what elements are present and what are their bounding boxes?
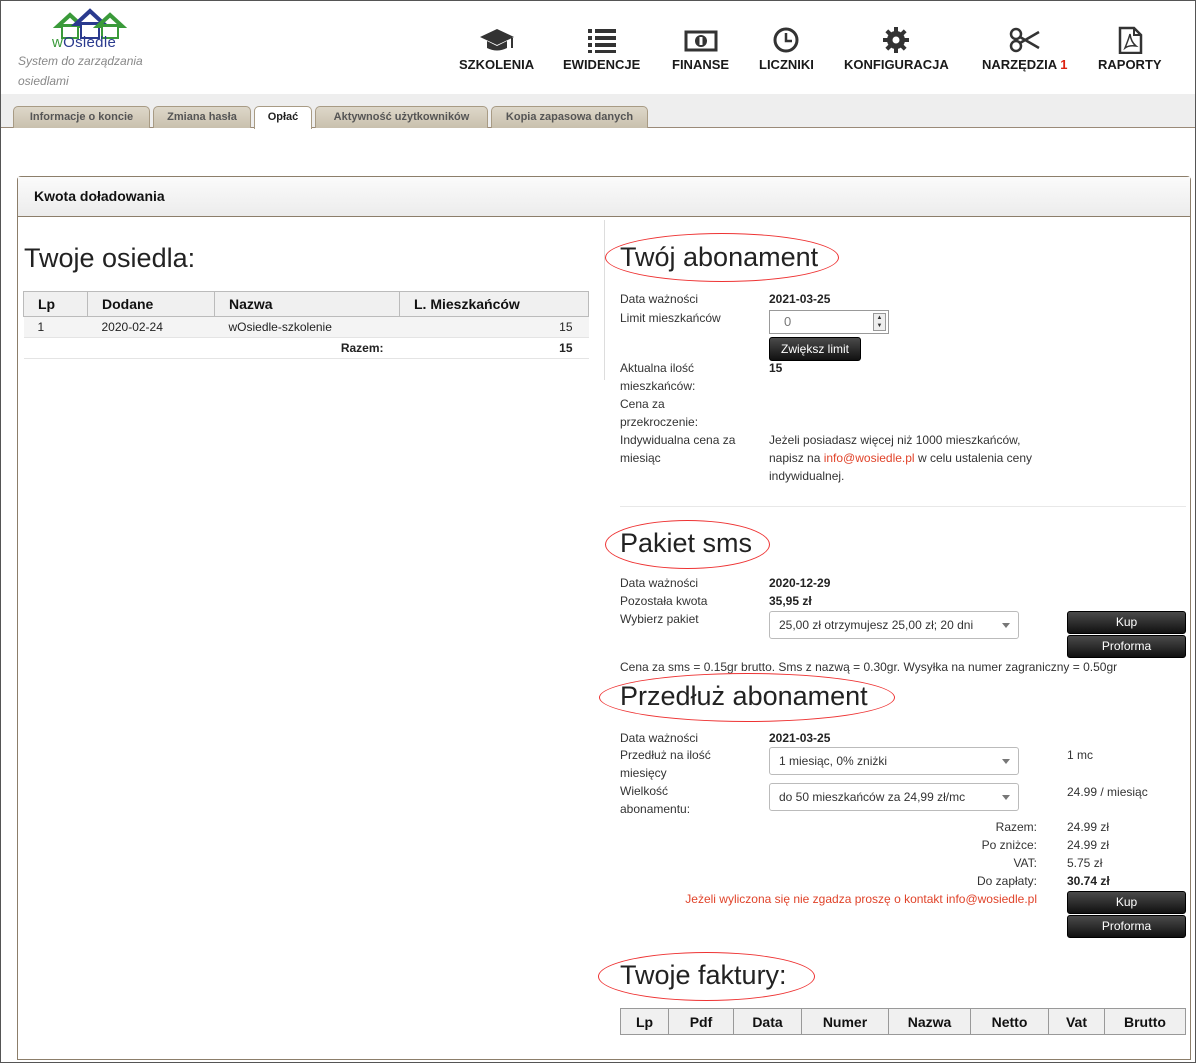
inv-col-nazwa: Nazwa — [888, 1008, 971, 1035]
extend-months-select[interactable]: 1 miesiąc, 0% zniżki — [769, 747, 1019, 775]
total-label: Razem: — [23, 337, 400, 359]
tab-aktywnosc-uzytkownikow[interactable]: Aktywność użytkowników — [315, 106, 488, 128]
cell-lp: 1 — [23, 316, 88, 338]
to-pay-label: Do zapłaty: — [976, 874, 1037, 888]
extend-size-summary: 24.99 / miesiąc — [1067, 785, 1148, 799]
chevron-down-icon — [1002, 795, 1010, 800]
nav-narzedzia[interactable]: NARZĘDZIA 1 — [982, 26, 1067, 72]
sms-title: Pakiet sms — [620, 528, 753, 558]
inv-col-data: Data — [733, 1008, 802, 1035]
table-row: 1 2020-02-24 wOsiedle-szkolenie 15 — [23, 316, 589, 338]
vat-label: VAT: — [1013, 856, 1037, 870]
extend-expiry-value: 2021-03-25 — [769, 731, 831, 745]
extend-expiry-label: Data ważności — [620, 731, 699, 745]
sms-remaining-value: 35,95 zł — [769, 594, 812, 608]
settlements-table: Lp Dodane Nazwa L. Mieszkańców 1 2020-02… — [23, 291, 589, 359]
graduation-cap-icon — [479, 29, 514, 51]
tab-kopia-zapasowa[interactable]: Kopia zapasowa danych — [491, 106, 648, 128]
logo-text[interactable]: wOsiedle — [52, 34, 116, 51]
sms-expiry-label: Data ważności — [620, 576, 699, 590]
table-header-row: Lp Dodane Nazwa L. Mieszkańców — [23, 291, 589, 317]
col-dodane: Dodane — [87, 291, 215, 317]
tab-zmiana-hasla[interactable]: Zmiana hasła — [153, 106, 251, 128]
total-value: 24.99 zł — [1067, 820, 1110, 834]
nav-szkolenia[interactable]: SZKOLENIA — [459, 26, 534, 72]
inv-col-netto: Netto — [970, 1008, 1049, 1035]
discounted-value: 24.99 zł — [1067, 838, 1110, 852]
nav-finanse[interactable]: FINANSE — [672, 26, 729, 72]
table-total-row: Razem: 15 — [23, 337, 589, 359]
chevron-down-icon — [1002, 759, 1010, 764]
extend-title: Przedłuż abonament — [620, 681, 868, 711]
tab-informacje-o-koncie[interactable]: Informacje o koncie — [13, 106, 150, 128]
sms-expiry-value: 2020-12-29 — [769, 576, 831, 590]
sms-buy-button[interactable]: Kup — [1067, 611, 1186, 634]
sms-proforma-button[interactable]: Proforma — [1067, 635, 1186, 658]
vat-value: 5.75 zł — [1067, 856, 1103, 870]
email-link[interactable]: info@wosiedle.pl — [824, 451, 915, 465]
inv-col-brutto: Brutto — [1104, 1008, 1186, 1035]
sms-price-note: Cena za sms = 0.15gr brutto. Sms z nazwą… — [620, 660, 1118, 674]
tab-oplac[interactable]: Opłać — [254, 106, 312, 129]
individual-price-text: Jeżeli posiadasz więcej niż 1000 mieszka… — [769, 433, 1033, 483]
nav-ewidencje[interactable]: EWIDENCJE — [563, 26, 640, 72]
total-label: Razem: — [995, 820, 1037, 834]
to-pay-value: 30.74 zł — [1067, 874, 1110, 888]
inv-col-pdf: Pdf — [668, 1008, 734, 1035]
extend-months-label: Przedłuż na ilość miesięcy — [620, 748, 711, 780]
extend-size-label: Wielkość abonamentu: — [620, 784, 691, 816]
col-nazwa: Nazwa — [214, 291, 400, 317]
current-residents-label: Aktualna ilość mieszkańców: — [620, 361, 696, 393]
scissors-icon — [1009, 27, 1040, 53]
sub-expiry-value: 2021-03-25 — [769, 292, 831, 306]
current-residents-value: 15 — [769, 361, 783, 375]
stepper-down-icon[interactable]: ▼ — [874, 322, 885, 330]
total-value: 15 — [399, 337, 589, 359]
cell-name[interactable]: wOsiedle-szkolenie — [214, 316, 400, 338]
increase-limit-button[interactable]: Zwiększ limit — [769, 337, 861, 361]
inv-col-vat: Vat — [1048, 1008, 1105, 1035]
limit-label: Limit mieszkańców — [620, 311, 721, 325]
invoices-table: Lp Pdf Data Numer Nazwa Netto Vat Brutto — [620, 1008, 1186, 1035]
col-mieszkancow: L. Mieszkańców — [399, 291, 589, 317]
stepper-up-icon[interactable]: ▲ — [874, 314, 885, 322]
stepper-buttons[interactable]: ▲ ▼ — [873, 313, 886, 331]
inv-col-lp: Lp — [620, 1008, 669, 1035]
settlements-title: Twoje osiedla: — [24, 243, 196, 273]
pdf-icon — [1118, 26, 1143, 54]
banknote-icon — [684, 30, 718, 52]
list-icon — [587, 29, 616, 53]
extend-buy-button[interactable]: Kup — [1067, 891, 1186, 914]
extend-size-select[interactable]: do 50 mieszkańców za 24,99 zł/mc — [769, 783, 1019, 811]
notification-badge: 1 — [1060, 57, 1068, 72]
section-separator — [620, 506, 1186, 507]
cell-added: 2020-02-24 — [87, 316, 215, 338]
gear-icon — [883, 27, 910, 53]
column-divider — [604, 220, 605, 380]
subscription-title: Twój abonament — [620, 242, 819, 272]
individual-price-label: Indywidualna cena za miesiąc — [620, 433, 736, 465]
sms-remaining-label: Pozostała kwota — [620, 594, 708, 608]
table-header-row: Lp Pdf Data Numer Nazwa Netto Vat Brutto — [620, 1008, 1186, 1035]
discounted-label: Po zniżce: — [981, 838, 1037, 852]
extend-months-summary: 1 mc — [1067, 748, 1094, 762]
limit-stepper[interactable]: 0 ▲ ▼ — [769, 310, 889, 334]
invoices-title: Twoje faktury: — [620, 960, 787, 990]
sms-package-select[interactable]: 25,00 zł otrzymujesz 25,00 zł; 20 dni — [769, 611, 1019, 639]
overrun-price-label: Cena za przekroczenie: — [620, 397, 699, 429]
nav-liczniki[interactable]: LICZNIKI — [759, 26, 814, 72]
contact-note: Jeżeli wyliczona się nie zgadza proszę o… — [685, 892, 1037, 906]
clock-icon — [773, 27, 799, 53]
sms-package-label: Wybierz pakiet — [620, 612, 699, 626]
tagline: System do zarządzania osiedlami — [18, 54, 143, 88]
panel-title: Kwota doładowania — [18, 177, 1190, 217]
nav-konfiguracja[interactable]: KONFIGURACJA — [844, 26, 949, 72]
inv-col-numer: Numer — [801, 1008, 889, 1035]
nav-raporty[interactable]: RAPORTY — [1098, 26, 1162, 72]
sub-expiry-label: Data ważności — [620, 292, 699, 306]
extend-proforma-button[interactable]: Proforma — [1067, 915, 1186, 938]
chevron-down-icon — [1002, 623, 1010, 628]
cell-residents: 15 — [399, 316, 589, 338]
col-lp: Lp — [23, 291, 88, 317]
